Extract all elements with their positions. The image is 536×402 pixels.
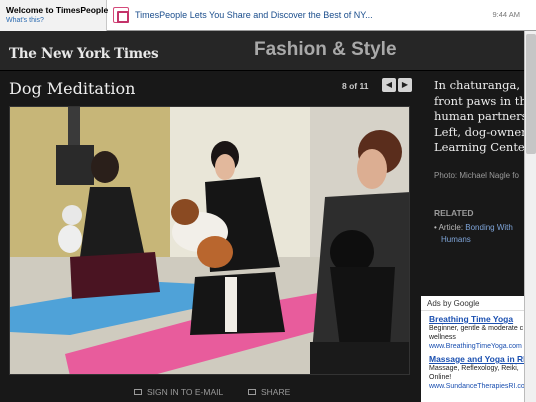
ad-url[interactable]: www.BreathingTimeYoga.com [429, 342, 524, 351]
notification-welcome[interactable]: Welcome to TimesPeople What's this? [0, 0, 109, 31]
previous-slide-button[interactable]: ◀ [382, 78, 396, 92]
masthead: The New York Times Fashion & Style [0, 31, 524, 71]
ad-text: Beginner, gentle & moderate c [429, 325, 524, 332]
notification-time: 9:44 AM [492, 10, 520, 19]
notification-bar: Welcome to TimesPeople What's this? Time… [0, 0, 536, 31]
share-icon [248, 389, 256, 395]
related-heading: RELATED [434, 208, 474, 218]
next-slide-button[interactable]: ▶ [398, 78, 412, 92]
ad-text: Online! [429, 374, 452, 381]
ads-heading[interactable]: Ads by Google [421, 299, 524, 311]
ad-title[interactable]: Breathing Time Yoga [429, 314, 524, 324]
google-ads: Ads by Google Breathing Time Yoga Beginn… [421, 296, 524, 402]
share-label: SHARE [261, 387, 291, 397]
vertical-scrollbar[interactable] [524, 31, 536, 402]
ad-item[interactable]: Massage and Yoga in RI Massage, Reflexol… [421, 351, 524, 391]
sign-in-to-email-label: SIGN IN TO E-MAIL [147, 387, 224, 397]
nyt-logo[interactable]: The New York Times [9, 46, 159, 62]
notification-message-link[interactable]: TimesPeople Lets You Share and Discover … [135, 10, 373, 20]
envelope-icon [134, 389, 142, 395]
whats-this-link[interactable]: What's this? [6, 17, 106, 24]
related-article-link[interactable]: Bonding With [465, 223, 513, 232]
timespeople-icon [113, 7, 129, 23]
nyt-page: The New York Times Fashion & Style Dog M… [0, 31, 524, 402]
related-article-link-cont[interactable]: Humans [434, 234, 513, 246]
caption-line: Left, dog-owner [434, 124, 524, 139]
ad-text: Massage, Reflexology, Reiki, [429, 365, 519, 372]
slideshow-photo[interactable] [9, 106, 410, 375]
notification-title: Welcome to TimesPeople [6, 5, 109, 15]
ad-item[interactable]: Breathing Time Yoga Beginner, gentle & m… [421, 311, 524, 351]
related-prefix: Article: [438, 223, 466, 232]
photo-caption: In chaturanga, d front paws in th human … [434, 78, 524, 156]
ad-url[interactable]: www.SundanceTherapiesRI.co [429, 382, 524, 391]
caption-line: In chaturanga, d [434, 78, 524, 92]
dog-meditation-photo [10, 107, 409, 374]
caption-line: front paws in th [434, 93, 524, 108]
slide-counter: 8 of 11 [342, 81, 369, 91]
photo-credit: Photo: Michael Nagle fo [434, 171, 519, 180]
caption-line: human partners [434, 109, 524, 123]
caption-line: Learning Cente [434, 140, 524, 154]
section-title[interactable]: Fashion & Style [254, 39, 397, 61]
share-link[interactable]: SHARE [248, 387, 290, 397]
scrollbar-thumb[interactable] [526, 34, 536, 154]
related-article: • Article: Bonding With Humans [434, 222, 513, 246]
ad-text: wellness [429, 334, 456, 341]
ad-title[interactable]: Massage and Yoga in RI [429, 354, 524, 364]
bullet: • [434, 223, 437, 232]
slideshow-title: Dog Meditation [9, 79, 136, 98]
sign-in-to-email-link[interactable]: SIGN IN TO E-MAIL [134, 387, 223, 397]
